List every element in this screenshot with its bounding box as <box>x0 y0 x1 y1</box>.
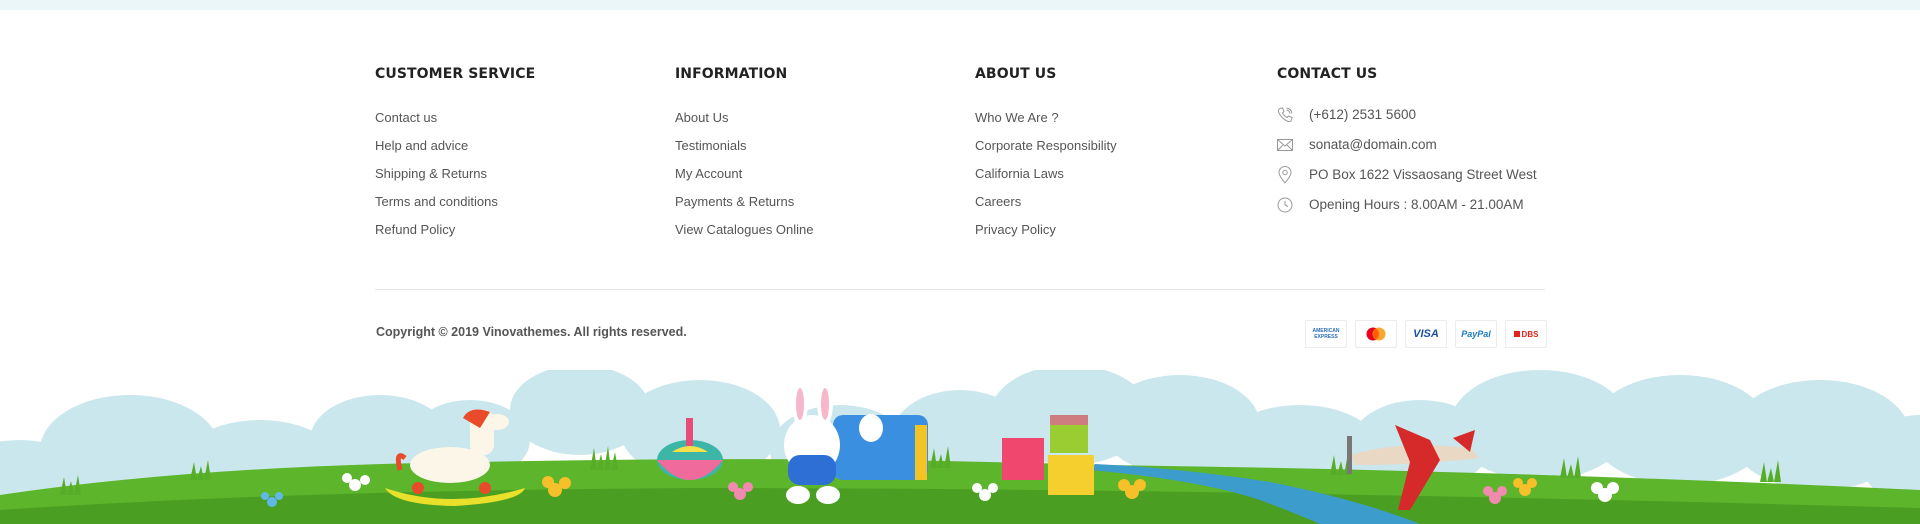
column-title: CONTACT US <box>1277 66 1378 82</box>
contact-text[interactable]: sonata@domain.com <box>1309 130 1437 160</box>
contact-hours: Opening Hours : 8.00AM - 21.00AM <box>1277 190 1537 220</box>
clock-icon <box>1277 197 1293 213</box>
footer-divider <box>375 289 1545 290</box>
footer-link[interactable]: Corporate Responsibility <box>975 132 1117 160</box>
contact-address: PO Box 1622 Vissaosang Street West <box>1277 160 1537 190</box>
link-list: Who We Are ? Corporate Responsibility Ca… <box>975 104 1117 244</box>
footer-column-information: INFORMATION About Us Testimonials My Acc… <box>675 66 814 244</box>
toy-landscape-illustration <box>0 370 1920 524</box>
dbs-icon: DBS <box>1505 320 1547 348</box>
footer-link[interactable]: Privacy Policy <box>975 216 1117 244</box>
copyright-text: Copyright © 2019 Vinovathemes. All right… <box>376 325 687 339</box>
contact-list: (+612) 2531 5600 sonata@domain.com PO Bo… <box>1277 100 1537 220</box>
paypal-icon: PayPal <box>1455 320 1497 348</box>
visa-icon: VISA <box>1405 320 1447 348</box>
column-title: INFORMATION <box>675 66 788 82</box>
column-title: CUSTOMER SERVICE <box>375 66 536 82</box>
footer-link[interactable]: Who We Are ? <box>975 104 1117 132</box>
american-express-icon: AMERICAN EXPRESS <box>1305 320 1347 348</box>
footer-link[interactable]: Shipping & Returns <box>375 160 535 188</box>
link-list: Contact us Help and advice Shipping & Re… <box>375 104 535 244</box>
top-band <box>0 0 1920 10</box>
phone-icon <box>1277 107 1293 123</box>
footer-link[interactable]: View Catalogues Online <box>675 216 814 244</box>
payment-methods: AMERICAN EXPRESS VISA PayPal DBS <box>1305 320 1547 348</box>
contact-text[interactable]: (+612) 2531 5600 <box>1309 100 1416 130</box>
mail-icon <box>1277 137 1293 153</box>
footer-link[interactable]: Careers <box>975 188 1117 216</box>
footer-column-about-us: ABOUT US Who We Are ? Corporate Responsi… <box>975 66 1117 244</box>
contact-phone: (+612) 2531 5600 <box>1277 100 1537 130</box>
column-title: ABOUT US <box>975 66 1057 82</box>
footer-link[interactable]: Payments & Returns <box>675 188 814 216</box>
link-list: About Us Testimonials My Account Payment… <box>675 104 814 244</box>
footer-link[interactable]: Terms and conditions <box>375 188 535 216</box>
location-pin-icon <box>1277 166 1293 184</box>
contact-text: Opening Hours : 8.00AM - 21.00AM <box>1309 197 1524 212</box>
footer-column-contact-us: CONTACT US (+612) 2531 5600 sonata@domai… <box>1277 66 1537 220</box>
footer-link[interactable]: Contact us <box>375 104 535 132</box>
footer-link[interactable]: About Us <box>675 104 814 132</box>
footer-link[interactable]: Refund Policy <box>375 216 535 244</box>
footer-link[interactable]: Testimonials <box>675 132 814 160</box>
contact-email: sonata@domain.com <box>1277 130 1537 160</box>
mastercard-icon <box>1355 320 1397 348</box>
footer-link[interactable]: California Laws <box>975 160 1117 188</box>
footer-column-customer-service: CUSTOMER SERVICE Contact us Help and adv… <box>375 66 535 244</box>
footer-link[interactable]: Help and advice <box>375 132 535 160</box>
footer-link[interactable]: My Account <box>675 160 814 188</box>
contact-text: PO Box 1622 Vissaosang Street West <box>1309 167 1537 182</box>
